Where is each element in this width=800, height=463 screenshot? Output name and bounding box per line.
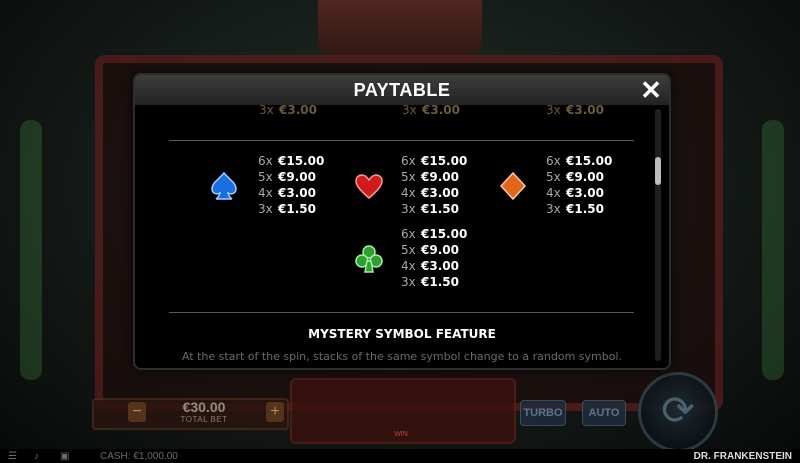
multiplier: 3x: [546, 202, 561, 216]
paytable-modal: PAYTABLE ✕ 3x €3.00 3x €3.00 3x €3.00 6x…: [133, 73, 671, 370]
multiplier: 3x: [546, 103, 561, 117]
multiplier: 3x: [402, 103, 417, 117]
feature-description: At the start of the spin, stacks of the …: [181, 350, 623, 363]
multiplier: 4x: [401, 186, 416, 200]
menu-icon[interactable]: ☰: [8, 451, 17, 462]
club-icon: [355, 245, 383, 273]
multiplier: 5x: [401, 243, 416, 257]
payout: €3.00: [422, 103, 460, 117]
total-bet-value: €30.00: [182, 399, 226, 415]
payout: €3.00: [566, 186, 604, 200]
payout: €3.00: [278, 186, 316, 200]
multiplier: 3x: [258, 202, 273, 216]
payout: €3.00: [421, 186, 459, 200]
multiplier: 3x: [259, 103, 274, 117]
background-tube-right: [762, 120, 784, 380]
background-machine-top: [318, 0, 482, 55]
total-bet-label: TOTAL BET: [180, 415, 228, 424]
spin-button[interactable]: ⟳: [638, 372, 718, 452]
sound-icon[interactable]: ♪: [34, 451, 39, 462]
payout: €9.00: [421, 170, 459, 184]
background-tube-left: [20, 120, 42, 380]
multiplier: 6x: [546, 154, 561, 168]
payout: €1.50: [421, 275, 459, 289]
scrollbar-thumb[interactable]: [655, 157, 661, 185]
diamond-icon: [499, 171, 527, 201]
payout: €15.00: [278, 154, 325, 168]
section-divider: [169, 312, 634, 313]
payout: €15.00: [421, 154, 468, 168]
multiplier: 3x: [401, 275, 416, 289]
auto-button[interactable]: AUTO: [582, 400, 626, 426]
payout: €1.50: [278, 202, 316, 216]
multiplier: 6x: [401, 154, 416, 168]
payout: €3.00: [279, 103, 317, 117]
multiplier: 5x: [258, 170, 273, 184]
payout: €1.50: [421, 202, 459, 216]
bet-increase-button[interactable]: +: [266, 402, 284, 422]
payout: €9.00: [278, 170, 316, 184]
info-icon[interactable]: ▣: [60, 451, 69, 462]
payout: €3.00: [421, 259, 459, 273]
payout: €1.50: [566, 202, 604, 216]
multiplier: 5x: [401, 170, 416, 184]
feature-title: MYSTERY SYMBOL FEATURE: [308, 327, 496, 341]
scrollbar-track[interactable]: [655, 109, 661, 361]
modal-title: PAYTABLE: [353, 80, 451, 100]
multiplier: 6x: [258, 154, 273, 168]
payout: €3.00: [566, 103, 604, 117]
close-button[interactable]: ✕: [638, 77, 664, 103]
bet-decrease-button[interactable]: −: [128, 402, 146, 422]
payout: €15.00: [566, 154, 613, 168]
heart-icon: [355, 174, 383, 199]
section-divider: [169, 140, 634, 141]
close-icon[interactable]: ✕: [640, 75, 662, 105]
multiplier: 4x: [258, 186, 273, 200]
multiplier: 4x: [401, 259, 416, 273]
multiplier: 3x: [401, 202, 416, 216]
spade-icon: [211, 171, 237, 200]
multiplier: 6x: [401, 227, 416, 241]
multiplier: 4x: [546, 186, 561, 200]
cash-balance: CASH: €1,000.00: [100, 451, 178, 462]
payout: €15.00: [421, 227, 468, 241]
game-title: DR. FRANKENSTEIN: [693, 451, 792, 462]
payout: €9.00: [566, 170, 604, 184]
payout: €9.00: [421, 243, 459, 257]
turbo-button[interactable]: TURBO: [520, 400, 566, 426]
multiplier: 5x: [546, 170, 561, 184]
win-label: WIN: [394, 431, 408, 438]
